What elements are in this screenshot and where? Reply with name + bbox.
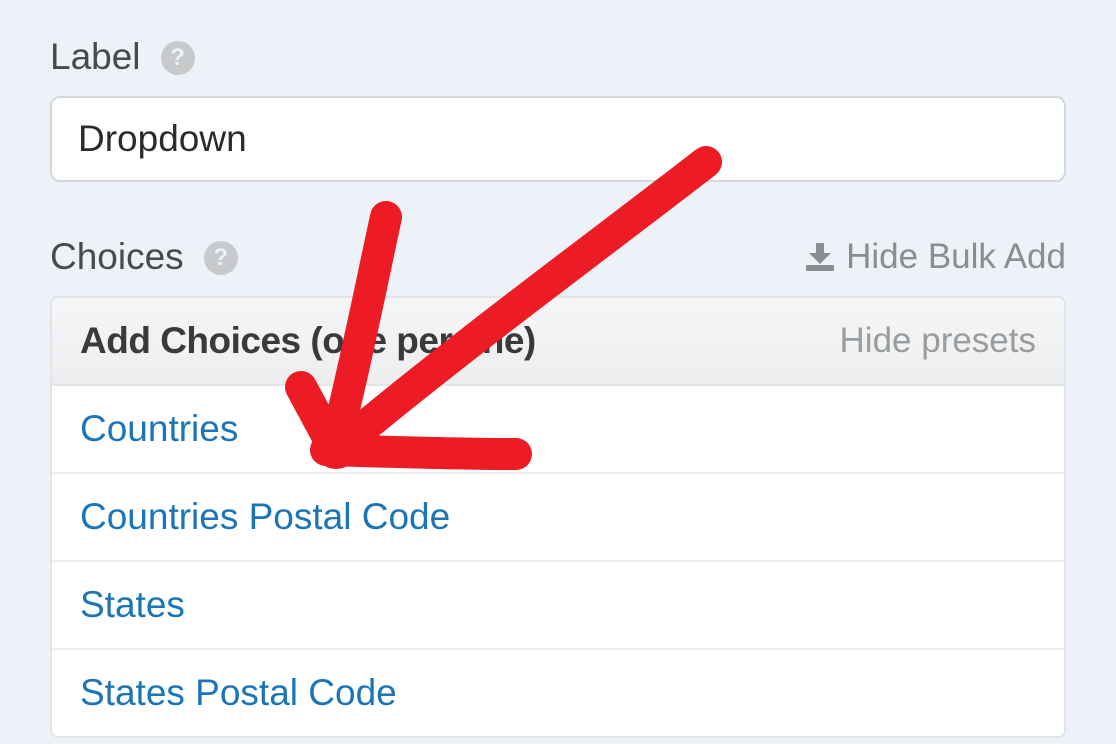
- choices-header: Choices ? Hide Bulk Add: [50, 236, 1066, 278]
- help-icon[interactable]: ?: [204, 241, 238, 275]
- help-icon[interactable]: ?: [161, 41, 195, 75]
- preset-item-countries-postal-code[interactable]: Countries Postal Code: [52, 474, 1064, 562]
- choices-title: Choices: [50, 236, 184, 278]
- preset-head-title: Add Choices (one per line): [80, 320, 536, 362]
- label-input[interactable]: [50, 96, 1066, 182]
- preset-item-states[interactable]: States: [52, 562, 1064, 650]
- label-row: Label ?: [50, 36, 1066, 78]
- hide-bulk-add-label: Hide Bulk Add: [846, 237, 1066, 277]
- preset-item-countries[interactable]: Countries: [52, 386, 1064, 474]
- hide-bulk-add-link[interactable]: Hide Bulk Add: [806, 237, 1066, 277]
- preset-head: Add Choices (one per line) Hide presets: [52, 298, 1064, 386]
- hide-presets-link[interactable]: Hide presets: [840, 321, 1036, 361]
- field-options-panel: Label ? Choices ? Hide Bulk Add Add Choi…: [0, 0, 1116, 738]
- preset-item-states-postal-code[interactable]: States Postal Code: [52, 650, 1064, 736]
- label-title: Label: [50, 36, 141, 78]
- choices-preset-box: Add Choices (one per line) Hide presets …: [50, 296, 1066, 738]
- import-icon: [806, 243, 834, 271]
